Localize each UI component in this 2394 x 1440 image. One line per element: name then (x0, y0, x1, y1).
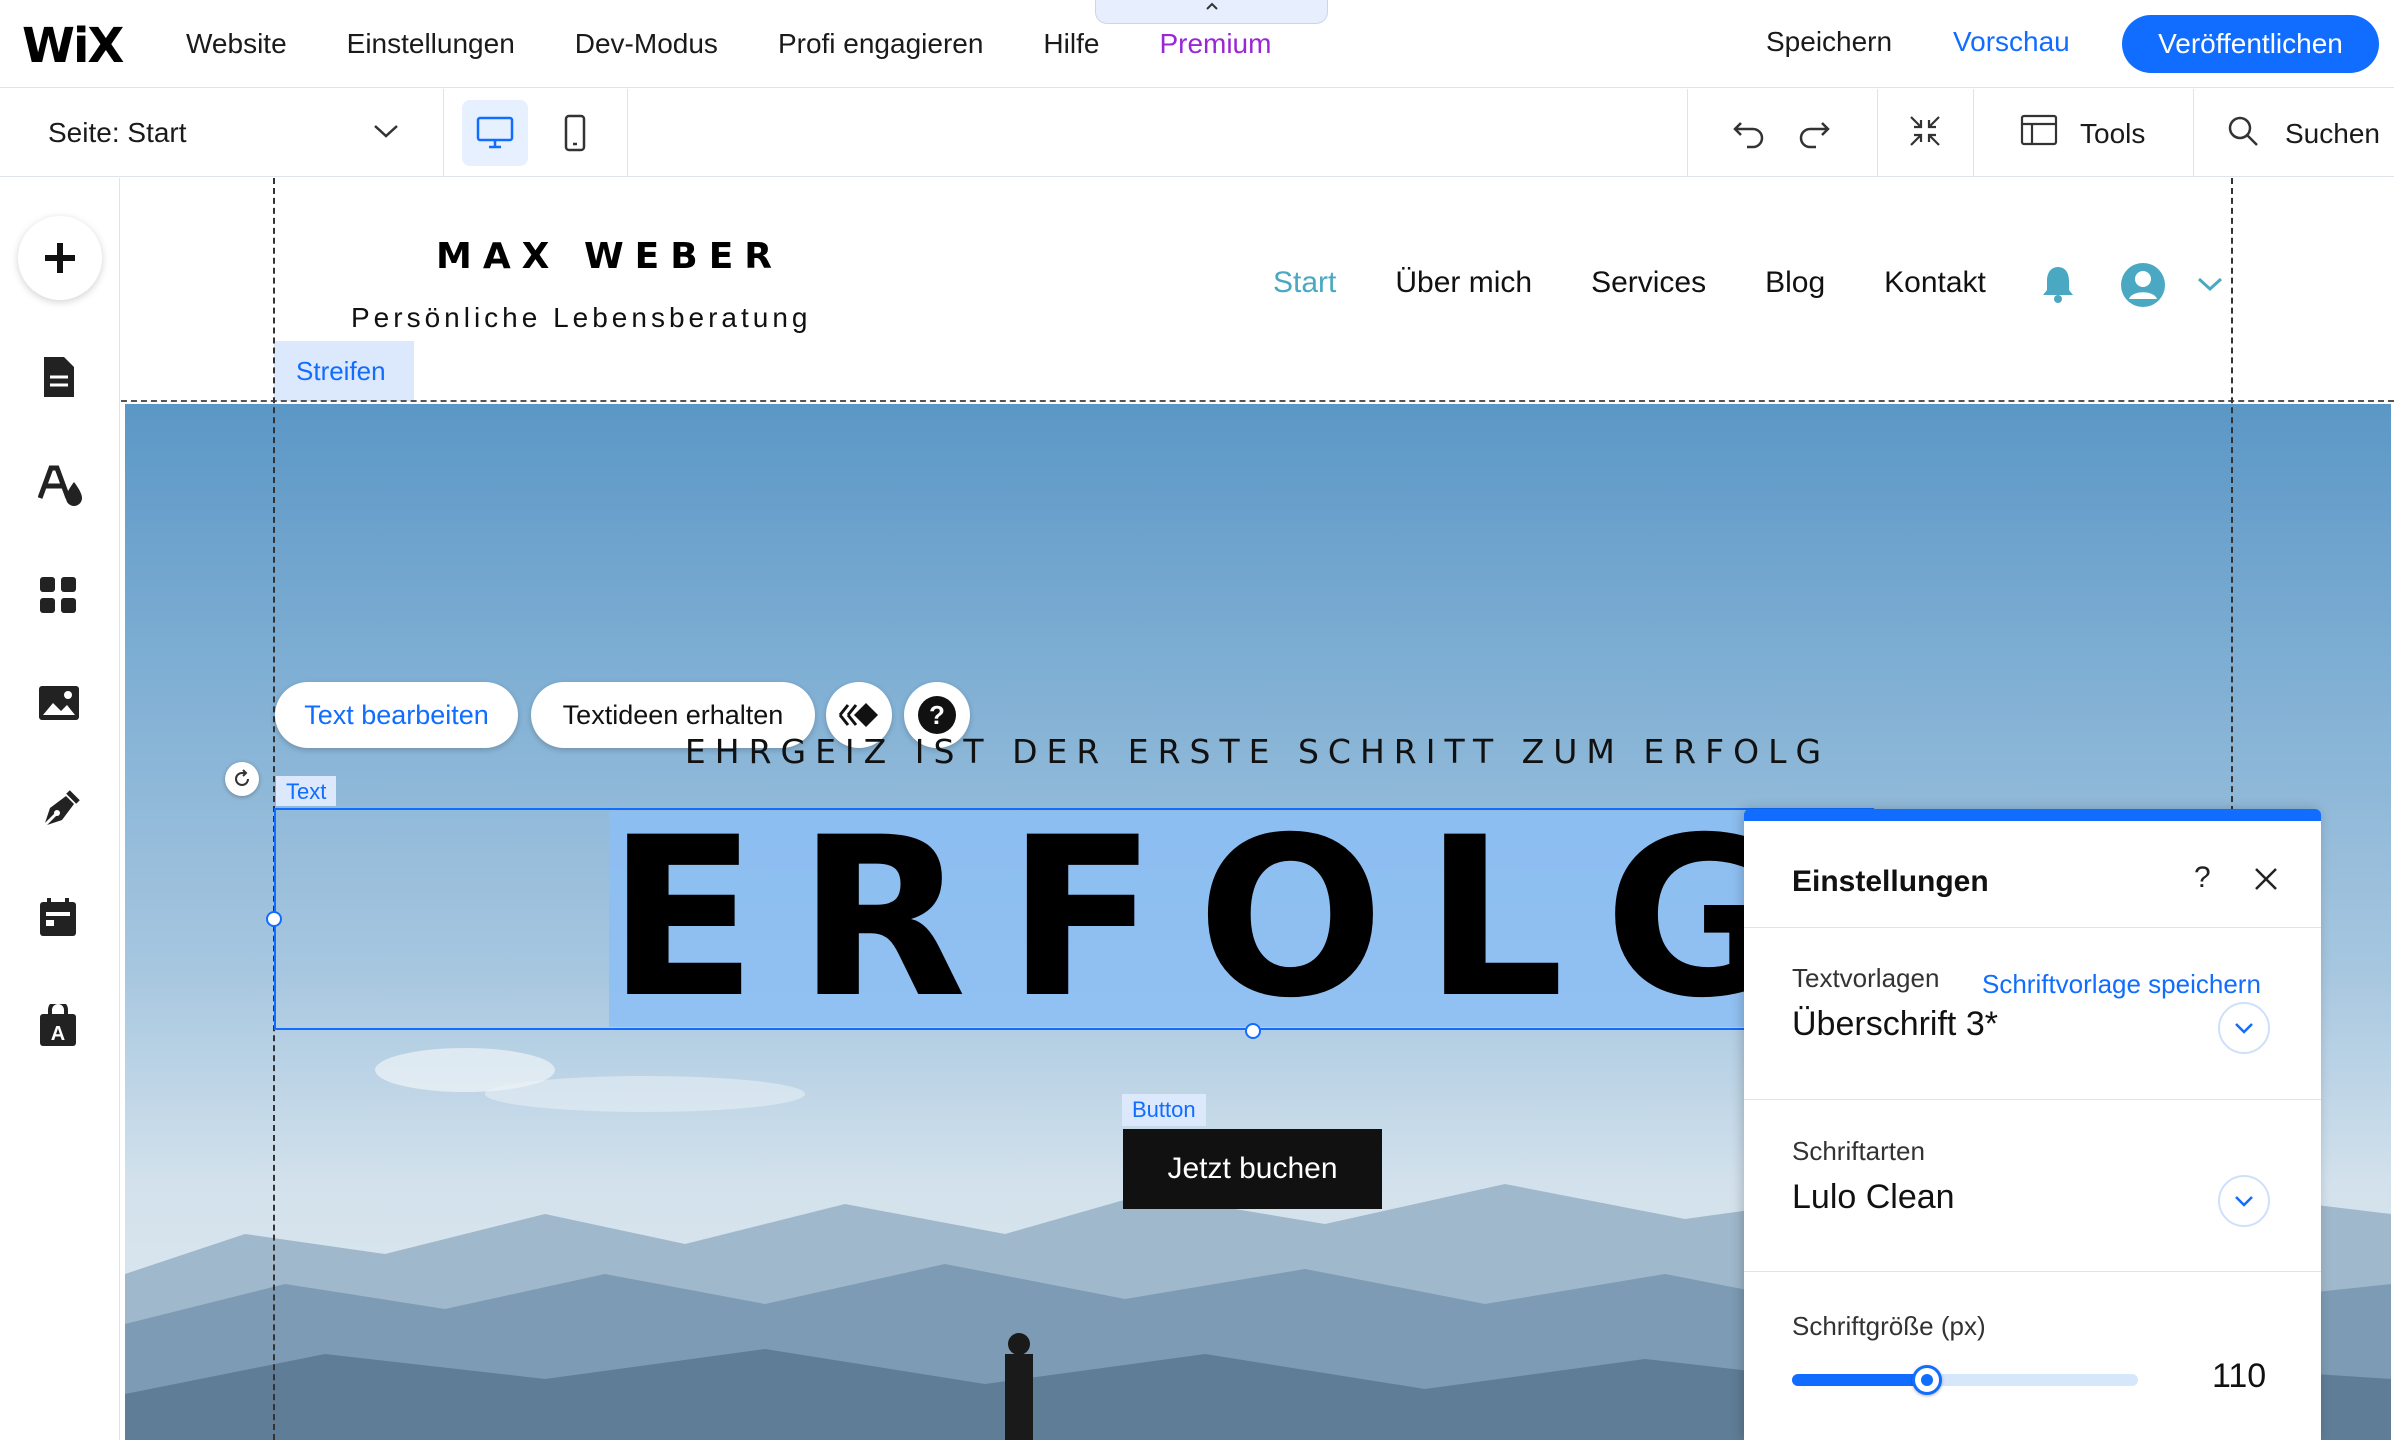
resize-handle-left[interactable] (266, 911, 282, 927)
hero-subheading[interactable]: EHRGEIZ IST DER ERSTE SCHRITT ZUM ERFOLG (121, 732, 2394, 771)
help-icon: ? (918, 696, 956, 734)
menu-profi-engagieren[interactable]: Profi engagieren (778, 28, 983, 60)
site-nav[interactable]: Start Über mich Services Blog Kontakt (1273, 266, 2045, 300)
font-size-slider[interactable] (1792, 1365, 2138, 1395)
chevron-down-icon (2235, 1196, 2253, 1207)
tools-button[interactable]: Tools (2080, 118, 2145, 150)
settings-panel: Einstellungen ? Textvorlagen Schriftvorl… (1744, 809, 2321, 1440)
font-value[interactable]: Lulo Clean (1792, 1178, 1955, 1217)
tools-icon[interactable] (2020, 113, 2058, 147)
text-style-value[interactable]: Überschrift 3* (1792, 1005, 1998, 1044)
save-style-link[interactable]: Schriftvorlage speichern (1982, 969, 2261, 1000)
wix-logo[interactable]: WiX (22, 18, 124, 74)
search-button[interactable]: Suchen (2285, 118, 2380, 150)
zoom-out-icon[interactable] (1907, 113, 1943, 149)
avatar-icon[interactable] (2120, 262, 2166, 308)
book-now-button[interactable]: Jetzt buchen (1123, 1129, 1382, 1209)
font-size-label: Schriftgröße (px) (1792, 1311, 1986, 1341)
menu-einstellungen[interactable]: Einstellungen (347, 28, 515, 60)
menu-dev-modus[interactable]: Dev-Modus (575, 28, 718, 60)
bookings-icon[interactable] (38, 896, 78, 938)
mobile-view-button[interactable] (542, 100, 608, 166)
text-style-dropdown[interactable] (2218, 1002, 2270, 1054)
search-icon[interactable] (2225, 113, 2261, 149)
left-sidebar: A (0, 178, 120, 1440)
divider (1744, 1271, 2321, 1272)
font-size-slider-fill (1792, 1374, 1927, 1386)
divider (1687, 89, 1688, 177)
site-tagline[interactable]: Persönliche Lebensberatung (351, 302, 811, 334)
resize-handle-bottom[interactable] (1245, 1023, 1261, 1039)
site-nav-blog[interactable]: Blog (1765, 266, 1825, 300)
site-nav-ueber-mich[interactable]: Über mich (1395, 266, 1532, 300)
chevron-down-icon[interactable] (2195, 274, 2225, 294)
menu-hilfe[interactable]: Hilfe (1043, 28, 1099, 60)
publish-button[interactable]: Veröffentlichen (2122, 15, 2379, 73)
apps-icon[interactable] (38, 575, 78, 615)
top-bar: WiX Website Einstellungen Dev-Modus Prof… (0, 0, 2394, 88)
media-icon[interactable] (38, 685, 80, 721)
rotate-icon (235, 769, 249, 786)
design-icon[interactable] (38, 464, 86, 508)
divider (443, 89, 444, 177)
save-button[interactable]: Speichern (1766, 26, 1892, 58)
menu-premium[interactable]: Premium (1159, 28, 1271, 60)
bell-icon[interactable] (2041, 264, 2075, 304)
site-nav-kontakt[interactable]: Kontakt (1884, 266, 1986, 300)
chevron-down-icon (2235, 1023, 2253, 1034)
font-dropdown[interactable] (2218, 1175, 2270, 1227)
animation-icon (838, 703, 878, 727)
text-styles-label: Textvorlagen (1792, 963, 1940, 993)
divider (1973, 89, 1974, 177)
redo-icon[interactable] (1796, 113, 1832, 149)
business-icon[interactable]: A (38, 1004, 78, 1048)
page-selector[interactable]: Seite: Start (48, 117, 187, 149)
page-selector-name: Start (127, 117, 187, 148)
site-name[interactable]: MAX WEBER (436, 236, 783, 277)
undo-icon[interactable] (1731, 113, 1767, 149)
panel-title: Einstellungen (1792, 865, 1989, 898)
collapse-topbar-tab[interactable] (1095, 0, 1328, 24)
divider (1744, 927, 2321, 928)
preview-button[interactable]: Vorschau (1953, 26, 2070, 58)
strip-label[interactable]: Streifen (274, 341, 414, 401)
svg-text:?: ? (929, 700, 945, 730)
svg-text:A: A (51, 1023, 65, 1045)
site-nav-start[interactable]: Start (1273, 266, 1336, 300)
pages-icon[interactable] (38, 355, 78, 399)
section-divider (121, 400, 2394, 402)
text-element-tag: Text (276, 776, 337, 806)
fonts-label: Schriftarten (1792, 1136, 1925, 1166)
divider (627, 89, 628, 177)
font-size-slider-knob[interactable] (1912, 1365, 1942, 1395)
editor-toolbar: Seite: Start Tools Suchen (0, 89, 2394, 177)
divider (1877, 89, 1878, 177)
button-element-tag: Button (1122, 1094, 1206, 1126)
menu-website[interactable]: Website (186, 28, 287, 60)
close-icon[interactable] (2252, 865, 2280, 893)
chevron-down-icon[interactable] (370, 119, 402, 143)
chevron-up-icon (1205, 2, 1218, 10)
text-element-frame[interactable] (274, 808, 1874, 1030)
font-size-value[interactable]: 110 (2212, 1357, 2266, 1396)
site-nav-services[interactable]: Services (1591, 266, 1706, 300)
divider (2193, 89, 2194, 177)
rotate-handle[interactable] (225, 762, 259, 796)
divider (1744, 1099, 2321, 1100)
page-selector-prefix: Seite: (48, 117, 120, 148)
desktop-icon (476, 116, 514, 149)
desktop-view-button[interactable] (462, 100, 528, 166)
panel-help-button[interactable]: ? (2194, 861, 2211, 895)
blog-icon[interactable] (38, 788, 82, 832)
add-elements-button[interactable] (18, 216, 102, 300)
site-header[interactable]: MAX WEBER Persönliche Lebensberatung Sta… (121, 178, 2394, 400)
mobile-icon (564, 114, 586, 152)
add-icon (45, 243, 75, 273)
